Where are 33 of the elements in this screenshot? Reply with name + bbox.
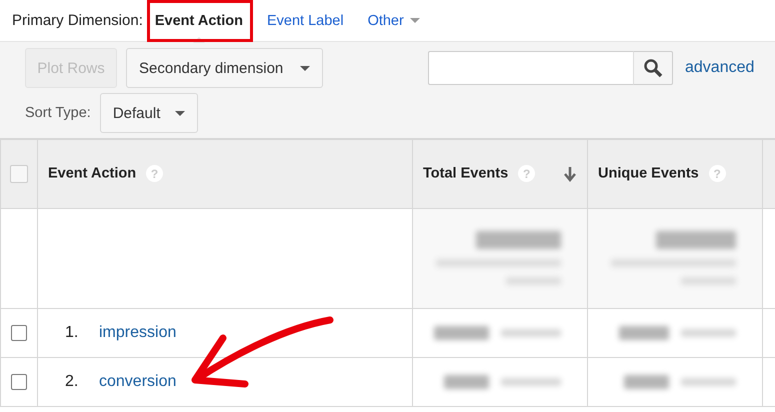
dimension-link[interactable]: Event Label — [266, 12, 344, 28]
blurred-value — [681, 378, 736, 386]
caret-icon — [300, 66, 310, 70]
search-button[interactable] — [633, 51, 673, 85]
dimension-link[interactable]: Event Action — [154, 12, 243, 28]
blurred-value — [434, 326, 489, 340]
secondary-dimension-dropdown[interactable]: Secondary dimension — [126, 48, 323, 88]
blurred-value — [501, 328, 561, 336]
blurred-value — [444, 374, 489, 388]
sort-arrow-icon[interactable] — [563, 166, 577, 182]
blurred-value — [619, 326, 669, 340]
row-number: 1. — [64, 324, 80, 342]
column-header[interactable]: Event Action — [48, 166, 136, 182]
event-link[interactable]: impression — [99, 324, 176, 340]
checkbox[interactable] — [11, 374, 27, 390]
column-header[interactable]: Unique Events — [598, 166, 699, 182]
search-field[interactable] — [428, 51, 633, 85]
advanced-link[interactable]: advanced — [685, 59, 754, 77]
column-header[interactable]: Total Events — [423, 166, 508, 182]
caret-icon — [174, 110, 185, 116]
blurred-value — [624, 374, 669, 388]
caret-icon — [410, 18, 420, 23]
checkbox[interactable] — [10, 164, 28, 183]
blurred-value — [501, 378, 561, 386]
blurred-value — [681, 328, 736, 336]
sort-type-dropdown[interactable]: Default — [100, 93, 198, 133]
search-icon — [643, 58, 663, 78]
checkbox[interactable] — [11, 324, 27, 340]
sort-type-label: Sort Type: — [25, 105, 91, 121]
event-link[interactable]: conversion — [99, 372, 176, 390]
dimension-dropdown[interactable]: Other — [368, 12, 420, 28]
row-number: 2. — [64, 372, 80, 390]
dimension-label: Primary Dimension: — [12, 12, 143, 29]
